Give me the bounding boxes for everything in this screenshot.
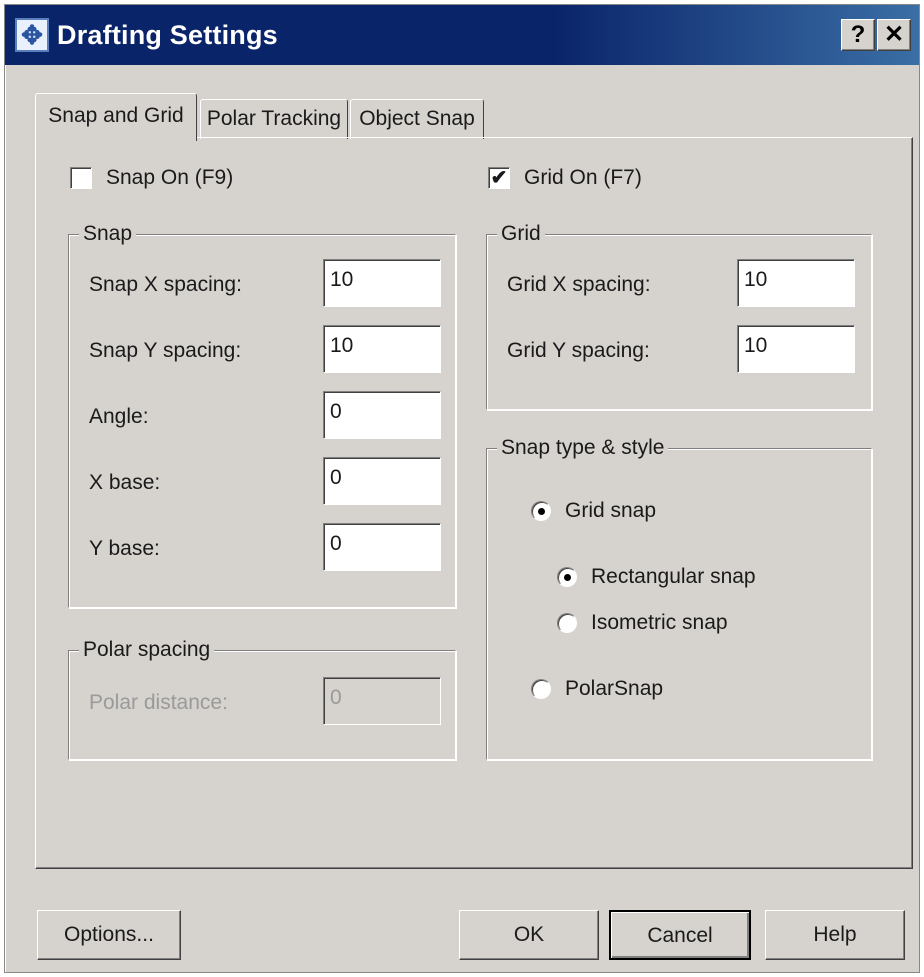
snap-x-spacing-input[interactable]: 10 [323,259,441,307]
grid-on-label: Grid On (F7) [524,166,642,189]
cancel-button[interactable]: Cancel [609,910,751,960]
drafting-settings-icon: ✥ [15,18,49,52]
grid-group-title: Grid [497,222,545,246]
snap-on-label: Snap On (F9) [106,166,234,189]
polar-spacing-title: Polar spacing [79,638,215,662]
polarsnap-option[interactable]: PolarSnap [531,677,663,701]
grid-snap-radio[interactable] [531,501,551,521]
checkmark-icon: ✔ [490,167,508,189]
polarsnap-radio[interactable] [531,679,551,699]
grid-on-checkbox-row[interactable]: ✔ Grid On (F7) [488,166,642,190]
y-base-label: Y base: [89,537,160,560]
options-button[interactable]: Options... [37,910,181,960]
y-base-input[interactable]: 0 [323,523,441,571]
tab-polar-tracking[interactable]: Polar Tracking [200,99,348,139]
polar-distance-input[interactable]: 0 [323,677,441,725]
snap-type-style-group: Snap type & style Grid snap Rectangular … [486,436,872,760]
polarsnap-label: PolarSnap [565,677,664,700]
snap-x-spacing-label: Snap X spacing: [89,273,242,296]
grid-snap-label: Grid snap [565,499,657,522]
snap-and-grid-panel: Snap On (F9) ✔ Grid On (F7) Snap Snap X … [35,137,913,869]
rectangular-snap-label: Rectangular snap [591,565,756,588]
isometric-snap-option[interactable]: Isometric snap [557,611,728,635]
grid-x-spacing-input[interactable]: 10 [737,259,855,307]
snap-y-spacing-input[interactable]: 10 [323,325,441,373]
grid-y-spacing-input[interactable]: 10 [737,325,855,373]
dialog-title: Drafting Settings [57,19,278,50]
snap-type-style-title: Snap type & style [497,436,669,460]
ok-button[interactable]: OK [459,910,599,960]
grid-group: Grid Grid X spacing: 10 Grid Y spacing: … [486,222,872,410]
close-button[interactable]: ✕ [877,19,911,51]
grid-x-spacing-label: Grid X spacing: [507,273,651,296]
drafting-settings-dialog: ✥ Drafting Settings ? ✕ Snap and Grid Po… [4,4,920,973]
grid-y-spacing-label: Grid Y spacing: [507,339,650,362]
snap-y-spacing-label: Snap Y spacing: [89,339,242,362]
snap-group-title: Snap [79,222,137,246]
polar-spacing-group: Polar spacing Polar distance: 0 [68,638,456,760]
grid-on-checkbox[interactable]: ✔ [488,167,510,189]
rectangular-snap-option[interactable]: Rectangular snap [557,565,756,589]
help-question-button[interactable]: ? [841,19,875,51]
snap-on-checkbox-row[interactable]: Snap On (F9) [70,166,233,190]
angle-label: Angle: [89,405,149,428]
snap-on-checkbox[interactable] [70,167,92,189]
grid-snap-option[interactable]: Grid snap [531,499,656,523]
isometric-snap-label: Isometric snap [591,611,728,634]
isometric-snap-radio[interactable] [557,613,577,633]
snap-group: Snap Snap X spacing: 10 Snap Y spacing: … [68,222,456,608]
close-icon: ✕ [883,21,905,48]
x-base-input[interactable]: 0 [323,457,441,505]
tab-snap-and-grid[interactable]: Snap and Grid [35,93,197,141]
x-base-label: X base: [89,471,161,494]
title-bar[interactable]: ✥ Drafting Settings ? ✕ [5,5,919,65]
help-button[interactable]: Help [765,910,905,960]
polar-distance-label: Polar distance: [89,691,228,714]
angle-input[interactable]: 0 [323,391,441,439]
rectangular-snap-radio[interactable] [557,567,577,587]
tab-object-snap[interactable]: Object Snap [350,99,484,139]
